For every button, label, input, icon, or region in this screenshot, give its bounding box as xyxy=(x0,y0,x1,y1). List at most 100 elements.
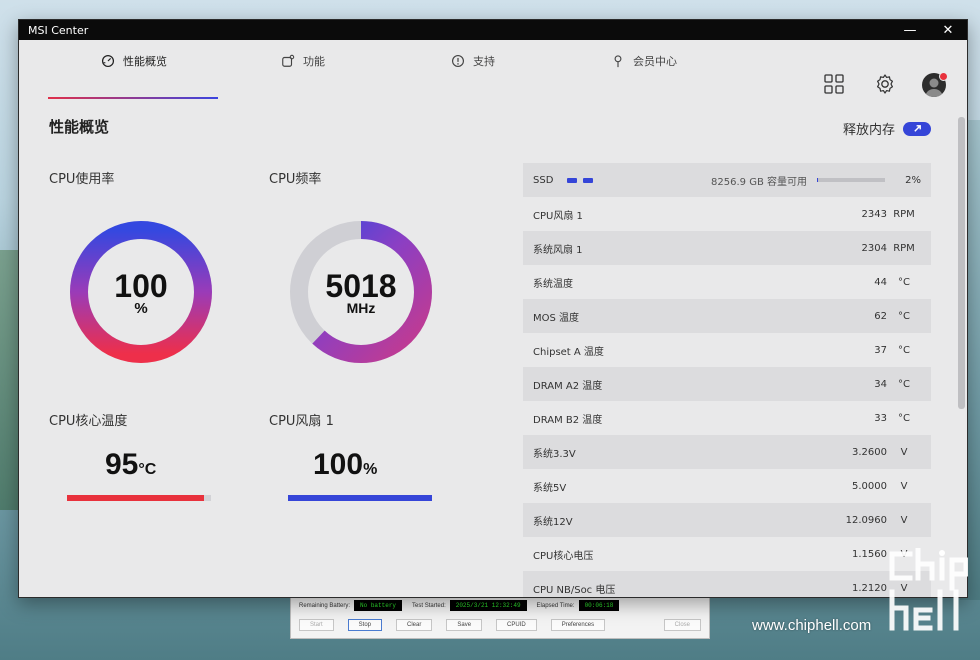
sensor-name: DRAM A2 温度 xyxy=(533,380,603,392)
sensor-name: 系统温度 xyxy=(533,278,573,290)
page-title: 性能概览 xyxy=(49,118,110,136)
sensor-unit: V xyxy=(900,514,908,526)
features-icon xyxy=(282,54,295,67)
save-button[interactable]: Save xyxy=(446,619,483,631)
sensor-unit: V xyxy=(900,480,908,492)
sensor-row: CPU核心电压 1.1560 V xyxy=(523,537,931,571)
sensor-row: CPU风扇 1 2343 RPM xyxy=(523,197,931,231)
sensor-value: 12.0960 xyxy=(845,514,887,526)
cpu-usage-unit: % xyxy=(134,300,148,317)
sensor-value: 1.2120 xyxy=(852,582,887,594)
sensor-unit: °C xyxy=(898,344,910,356)
elapsed-time-value: 00:06:18 xyxy=(578,600,620,611)
tab-support[interactable]: 支持 xyxy=(451,40,495,82)
ssd-label: SSD xyxy=(533,174,554,186)
sensor-row: DRAM B2 温度 33 °C xyxy=(523,401,931,435)
top-nav: 性能概览 功能 支持 会员中心 xyxy=(19,40,967,100)
sensor-row: 系统5V 5.0000 V xyxy=(523,469,931,503)
start-button[interactable]: Start xyxy=(299,619,334,631)
title-bar: MSI Center — ✕ xyxy=(19,20,967,40)
test-started-value: 2025/3/21 12:32:49 xyxy=(449,600,527,611)
ssd-usage-bar xyxy=(817,178,885,182)
remaining-battery-value: No battery xyxy=(354,600,403,611)
cpu-temp-bar xyxy=(67,495,211,501)
sensor-value: 33 xyxy=(874,412,887,424)
tab-performance[interactable]: 性能概览 xyxy=(101,40,167,82)
minimize-button[interactable]: — xyxy=(891,20,929,40)
msi-center-window: MSI Center — ✕ 性能概览 功能 支持 会员中心 性能概览 释放内存… xyxy=(18,19,968,598)
sensor-name: 系统5V xyxy=(533,482,567,494)
sensor-name: CPU核心电压 xyxy=(533,550,594,562)
member-icon xyxy=(614,55,622,68)
close-window-button[interactable]: ✕ xyxy=(929,20,967,40)
cpu-fan-label: CPU风扇 1 xyxy=(269,414,334,429)
tab-performance-label: 性能概览 xyxy=(123,55,167,68)
gauge-icon xyxy=(101,54,115,68)
sensor-row: 系统温度 44 °C xyxy=(523,265,931,299)
rocket-icon xyxy=(913,125,921,132)
scrollbar[interactable] xyxy=(958,117,965,409)
ssd-usage-fill xyxy=(817,178,819,182)
cpu-fan-unit: % xyxy=(363,461,378,478)
test-started-label: Test Started: xyxy=(412,602,446,609)
sensor-name: CPU NB/Soc 电压 xyxy=(533,584,616,596)
sensor-value: 62 xyxy=(874,310,887,322)
sensor-value: 44 xyxy=(874,276,887,288)
sensor-name: Chipset A 温度 xyxy=(533,346,604,358)
sensor-unit: V xyxy=(900,446,908,458)
sensor-name: CPU风扇 1 xyxy=(533,210,583,222)
sensor-unit: °C xyxy=(898,378,910,390)
release-memory-button[interactable] xyxy=(903,121,931,136)
ssd-capacity: 8256.9 GB 容量可用 xyxy=(711,176,807,188)
elapsed-time-label: Elapsed Time: xyxy=(536,602,575,609)
sensor-table: SSD 8256.9 GB 容量可用 2% CPU风扇 1 2343 RPM 系统风扇… xyxy=(523,163,931,597)
stress-test-window: Remaining Battery: No battery Test Start… xyxy=(290,596,710,639)
sensor-name: 系统风扇 1 xyxy=(533,244,583,256)
cpu-fan-bar-fill xyxy=(288,495,432,501)
cpu-freq-label: CPU频率 xyxy=(269,172,322,187)
cpu-temp-label: CPU核心温度 xyxy=(49,414,128,429)
sensor-row: MOS 温度 62 °C xyxy=(523,299,931,333)
sensor-unit: °C xyxy=(898,310,910,322)
cpu-temp-bar-fill xyxy=(67,495,204,501)
sensor-unit: RPM xyxy=(893,242,915,254)
sensor-unit: RPM xyxy=(893,208,915,220)
ssd-drive-icon xyxy=(567,177,594,183)
window-title: MSI Center xyxy=(28,23,89,37)
sensor-name: DRAM B2 温度 xyxy=(533,414,603,426)
close-button[interactable]: Close xyxy=(663,619,701,631)
cpu-temp-value: 95 xyxy=(105,448,139,481)
sensor-row: Chipset A 温度 37 °C xyxy=(523,333,931,367)
stop-button[interactable]: Stop xyxy=(347,619,383,631)
tab-support-label: 支持 xyxy=(473,55,495,68)
sensor-value: 37 xyxy=(874,344,887,356)
tab-features[interactable]: 功能 xyxy=(281,40,325,82)
clear-button[interactable]: Clear xyxy=(396,619,433,631)
sensor-value: 34 xyxy=(874,378,887,390)
gear-icon[interactable] xyxy=(874,73,896,95)
grid-icon[interactable] xyxy=(823,73,845,95)
preferences-button[interactable]: Preferences xyxy=(550,619,606,631)
sensor-row: DRAM A2 温度 34 °C xyxy=(523,367,931,401)
sensor-row: 系统3.3V 3.2600 V xyxy=(523,435,931,469)
sensor-name: MOS 温度 xyxy=(533,312,580,324)
watermark-url: www.chiphell.com xyxy=(752,617,872,634)
remaining-battery-label: Remaining Battery: xyxy=(299,602,351,609)
sensor-unit: °C xyxy=(898,412,910,424)
cpuid-button[interactable]: CPUID xyxy=(496,619,537,631)
cpu-freq-unit: MHz xyxy=(346,300,376,316)
tab-member-center[interactable]: 会员中心 xyxy=(611,40,677,82)
cpu-fan-value: 100 xyxy=(313,448,364,481)
cpu-fan-readout: 100% xyxy=(313,448,377,482)
sensor-unit: °C xyxy=(898,276,910,288)
support-icon xyxy=(452,55,464,67)
sensor-row: 系统12V 12.0960 V xyxy=(523,503,931,537)
tab-features-label: 功能 xyxy=(303,55,325,68)
sensor-value: 3.2600 xyxy=(852,446,887,458)
release-memory-label: 释放内存 xyxy=(842,123,895,138)
ssd-percent: 2% xyxy=(905,174,921,186)
sensor-row: CPU NB/Soc 电压 1.2120 V xyxy=(523,571,931,597)
cpu-temp-readout: 95°C xyxy=(105,448,156,482)
sensor-value: 5.0000 xyxy=(852,480,887,492)
tab-member-center-label: 会员中心 xyxy=(633,55,677,68)
